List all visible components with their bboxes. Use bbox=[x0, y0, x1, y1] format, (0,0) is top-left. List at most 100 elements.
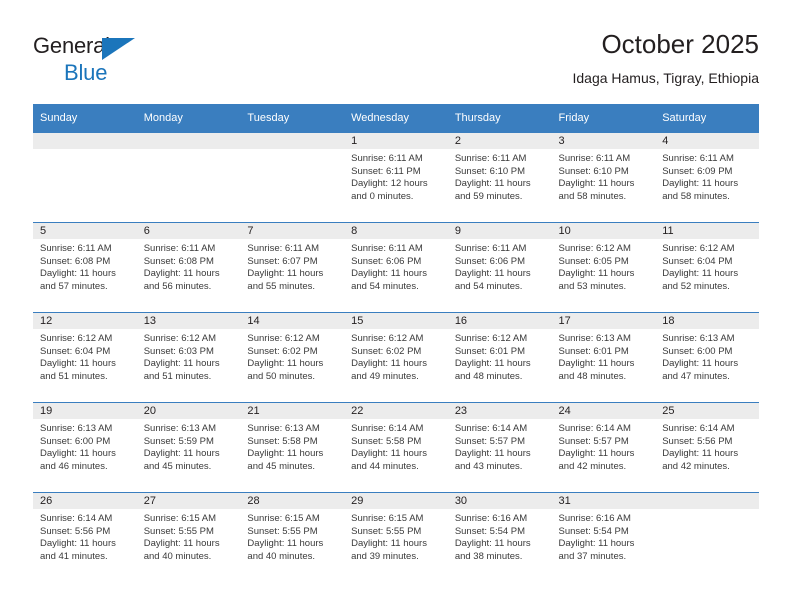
day-box-empty bbox=[655, 492, 759, 582]
day-daylight-2-text: and 38 minutes. bbox=[454, 550, 523, 562]
day-box: 10 Sunrise: 6:12 AM Sunset: 6:05 PM Dayligh… bbox=[551, 222, 656, 312]
day-daylight-1-text: Daylight: 11 hours bbox=[143, 268, 220, 280]
day-daylight-2-text: and 57 minutes. bbox=[40, 280, 108, 292]
calendar-day-cell[interactable] bbox=[240, 132, 345, 222]
day-daylight-1-text: Daylight: 11 hours bbox=[40, 358, 116, 370]
calendar-day-cell[interactable]: 10 Sunrise: 6:12 AM Sunset: 6:05 PM Dayligh… bbox=[551, 222, 656, 312]
calendar-day-cell[interactable]: 9 Sunrise: 6:11 AM Sunset: 6:06 PM Daylight… bbox=[447, 222, 552, 312]
calendar-day-cell[interactable]: 11 Sunrise: 6:12 AM Sunset: 6:04 PM Dayligh… bbox=[655, 222, 759, 312]
calendar-day-cell[interactable] bbox=[136, 132, 241, 222]
day-sunset-text: Sunset: 6:08 PM bbox=[40, 255, 111, 267]
day-box: 23 Sunrise: 6:14 AM Sunset: 5:57 PM Dayligh… bbox=[447, 402, 552, 492]
calendar-week-row: 12 Sunrise: 6:12 AM Sunset: 6:04 PM Dayligh… bbox=[33, 312, 759, 402]
day-daylight-2-text: and 56 minutes. bbox=[143, 280, 212, 292]
calendar-day-cell[interactable]: 30 Sunrise: 6:16 AM Sunset: 5:54 PM Dayligh… bbox=[447, 492, 552, 582]
day-daylight-1-text: Daylight: 11 hours bbox=[40, 268, 116, 280]
day-daylight-1-text: Daylight: 11 hours bbox=[143, 448, 220, 460]
day-number: 27 bbox=[136, 493, 241, 509]
day-sunset-text: Sunset: 5:54 PM bbox=[558, 525, 629, 537]
day-number: 10 bbox=[551, 223, 656, 239]
day-number: 26 bbox=[33, 493, 137, 509]
day-sun-info: Sunrise: 6:11 AM Sunset: 6:09 PM Daylight:… bbox=[655, 149, 759, 203]
day-sun-info: Sunrise: 6:11 AM Sunset: 6:10 PM Daylight:… bbox=[552, 149, 656, 203]
calendar-week-row: 1 Sunrise: 6:11 AM Sunset: 6:11 PM Daylight… bbox=[33, 132, 759, 222]
calendar-day-cell[interactable]: 4 Sunrise: 6:11 AM Sunset: 6:09 PM Daylight… bbox=[655, 132, 759, 222]
day-sunset-text: Sunset: 5:55 PM bbox=[143, 525, 214, 537]
calendar-day-cell[interactable]: 16 Sunrise: 6:12 AM Sunset: 6:01 PM Dayligh… bbox=[447, 312, 552, 402]
day-number: 20 bbox=[136, 403, 241, 419]
calendar-grid: Sunday Monday Tuesday Wednesday Thursday… bbox=[33, 104, 759, 582]
calendar-day-cell[interactable]: 18 Sunrise: 6:13 AM Sunset: 6:00 PM Dayligh… bbox=[655, 312, 759, 402]
calendar-day-cell[interactable] bbox=[33, 132, 137, 222]
calendar-day-cell[interactable]: 31 Sunrise: 6:16 AM Sunset: 5:54 PM Dayligh… bbox=[551, 492, 656, 582]
calendar-day-cell[interactable]: 12 Sunrise: 6:12 AM Sunset: 6:04 PM Dayligh… bbox=[33, 312, 137, 402]
calendar-header-row: Sunday Monday Tuesday Wednesday Thursday… bbox=[33, 104, 759, 132]
day-daylight-1-text: Daylight: 11 hours bbox=[247, 268, 324, 280]
day-sun-info: Sunrise: 6:15 AM Sunset: 5:55 PM Daylight:… bbox=[344, 509, 448, 563]
day-number: 19 bbox=[33, 403, 137, 419]
calendar-day-cell[interactable]: 25 Sunrise: 6:14 AM Sunset: 5:56 PM Dayligh… bbox=[655, 402, 759, 492]
day-box: 20 Sunrise: 6:13 AM Sunset: 5:59 PM Dayligh… bbox=[136, 402, 241, 492]
calendar-day-cell[interactable]: 26 Sunrise: 6:14 AM Sunset: 5:56 PM Dayligh… bbox=[33, 492, 137, 582]
calendar-day-cell[interactable] bbox=[655, 492, 759, 582]
day-daylight-2-text: and 55 minutes. bbox=[247, 280, 316, 292]
calendar-day-cell[interactable]: 27 Sunrise: 6:15 AM Sunset: 5:55 PM Dayligh… bbox=[136, 492, 241, 582]
day-box: 21 Sunrise: 6:13 AM Sunset: 5:58 PM Dayligh… bbox=[240, 402, 345, 492]
day-sun-info: Sunrise: 6:12 AM Sunset: 6:02 PM Daylight:… bbox=[240, 329, 344, 383]
calendar-day-cell[interactable]: 19 Sunrise: 6:13 AM Sunset: 6:00 PM Dayligh… bbox=[33, 402, 137, 492]
calendar-day-cell[interactable]: 21 Sunrise: 6:13 AM Sunset: 5:58 PM Dayligh… bbox=[240, 402, 345, 492]
day-number: 31 bbox=[551, 493, 656, 509]
calendar-day-cell[interactable]: 24 Sunrise: 6:14 AM Sunset: 5:57 PM Dayligh… bbox=[551, 402, 656, 492]
day-box: 29 Sunrise: 6:15 AM Sunset: 5:55 PM Dayligh… bbox=[344, 492, 448, 582]
day-sunrise-text: Sunrise: 6:12 AM bbox=[40, 333, 113, 344]
day-number: 21 bbox=[240, 403, 345, 419]
day-number: 9 bbox=[447, 223, 552, 239]
day-number bbox=[655, 493, 759, 509]
calendar-day-cell[interactable]: 29 Sunrise: 6:15 AM Sunset: 5:55 PM Dayligh… bbox=[344, 492, 448, 582]
day-sun-info: Sunrise: 6:12 AM Sunset: 6:04 PM Daylight:… bbox=[33, 329, 137, 383]
calendar-day-cell[interactable]: 8 Sunrise: 6:11 AM Sunset: 6:06 PM Daylight… bbox=[344, 222, 448, 312]
day-sunset-text: Sunset: 6:09 PM bbox=[662, 165, 733, 177]
calendar-day-cell[interactable]: 3 Sunrise: 6:11 AM Sunset: 6:10 PM Daylight… bbox=[551, 132, 656, 222]
day-sunset-text: Sunset: 5:57 PM bbox=[558, 435, 629, 447]
calendar-day-cell[interactable]: 23 Sunrise: 6:14 AM Sunset: 5:57 PM Dayligh… bbox=[447, 402, 552, 492]
day-box: 19 Sunrise: 6:13 AM Sunset: 6:00 PM Dayligh… bbox=[33, 402, 137, 492]
day-sun-info: Sunrise: 6:11 AM Sunset: 6:08 PM Daylight:… bbox=[137, 239, 241, 293]
day-number: 13 bbox=[136, 313, 241, 329]
day-daylight-1-text: Daylight: 11 hours bbox=[143, 358, 220, 370]
calendar-day-cell[interactable]: 14 Sunrise: 6:12 AM Sunset: 6:02 PM Dayligh… bbox=[240, 312, 345, 402]
calendar-day-cell[interactable]: 17 Sunrise: 6:13 AM Sunset: 6:01 PM Dayligh… bbox=[551, 312, 656, 402]
day-number: 8 bbox=[344, 223, 448, 239]
day-sun-info: Sunrise: 6:13 AM Sunset: 6:01 PM Daylight:… bbox=[552, 329, 656, 383]
day-number bbox=[33, 133, 137, 149]
calendar-day-cell[interactable]: 15 Sunrise: 6:12 AM Sunset: 6:02 PM Dayligh… bbox=[344, 312, 448, 402]
day-daylight-1-text: Daylight: 11 hours bbox=[143, 538, 220, 550]
day-daylight-2-text: and 42 minutes. bbox=[662, 460, 730, 472]
day-sunset-text: Sunset: 6:04 PM bbox=[662, 255, 733, 267]
calendar-day-cell[interactable]: 1 Sunrise: 6:11 AM Sunset: 6:11 PM Daylight… bbox=[344, 132, 448, 222]
calendar-day-cell[interactable]: 28 Sunrise: 6:15 AM Sunset: 5:55 PM Dayligh… bbox=[240, 492, 345, 582]
calendar-day-cell[interactable]: 5 Sunrise: 6:11 AM Sunset: 6:08 PM Daylight… bbox=[33, 222, 137, 312]
day-box: 26 Sunrise: 6:14 AM Sunset: 5:56 PM Dayligh… bbox=[33, 492, 137, 582]
day-sun-info: Sunrise: 6:11 AM Sunset: 6:06 PM Daylight:… bbox=[344, 239, 448, 293]
day-daylight-2-text: and 53 minutes. bbox=[558, 280, 627, 292]
calendar-day-cell[interactable]: 13 Sunrise: 6:12 AM Sunset: 6:03 PM Dayligh… bbox=[136, 312, 241, 402]
calendar-day-cell[interactable]: 2 Sunrise: 6:11 AM Sunset: 6:10 PM Daylight… bbox=[447, 132, 552, 222]
day-box: 22 Sunrise: 6:14 AM Sunset: 5:58 PM Dayligh… bbox=[344, 402, 448, 492]
day-sunset-text: Sunset: 6:04 PM bbox=[40, 345, 111, 357]
day-sunrise-text: Sunrise: 6:12 AM bbox=[454, 333, 528, 344]
calendar-day-cell[interactable]: 6 Sunrise: 6:11 AM Sunset: 6:08 PM Daylight… bbox=[136, 222, 241, 312]
day-daylight-2-text: and 58 minutes. bbox=[662, 190, 730, 202]
calendar-day-cell[interactable]: 22 Sunrise: 6:14 AM Sunset: 5:58 PM Dayligh… bbox=[344, 402, 448, 492]
calendar-day-cell[interactable]: 20 Sunrise: 6:13 AM Sunset: 5:59 PM Dayligh… bbox=[136, 402, 241, 492]
day-number: 2 bbox=[447, 133, 552, 149]
day-sunset-text: Sunset: 6:08 PM bbox=[143, 255, 214, 267]
day-sunset-text: Sunset: 5:56 PM bbox=[40, 525, 111, 537]
day-sun-info: Sunrise: 6:14 AM Sunset: 5:57 PM Daylight:… bbox=[448, 419, 552, 473]
day-sunrise-text: Sunrise: 6:14 AM bbox=[454, 423, 528, 434]
day-box-empty bbox=[33, 132, 137, 222]
day-number: 16 bbox=[447, 313, 552, 329]
day-sunset-text: Sunset: 5:58 PM bbox=[351, 435, 422, 447]
day-daylight-2-text: and 41 minutes. bbox=[40, 550, 108, 562]
calendar-day-cell[interactable]: 7 Sunrise: 6:11 AM Sunset: 6:07 PM Daylight… bbox=[240, 222, 345, 312]
